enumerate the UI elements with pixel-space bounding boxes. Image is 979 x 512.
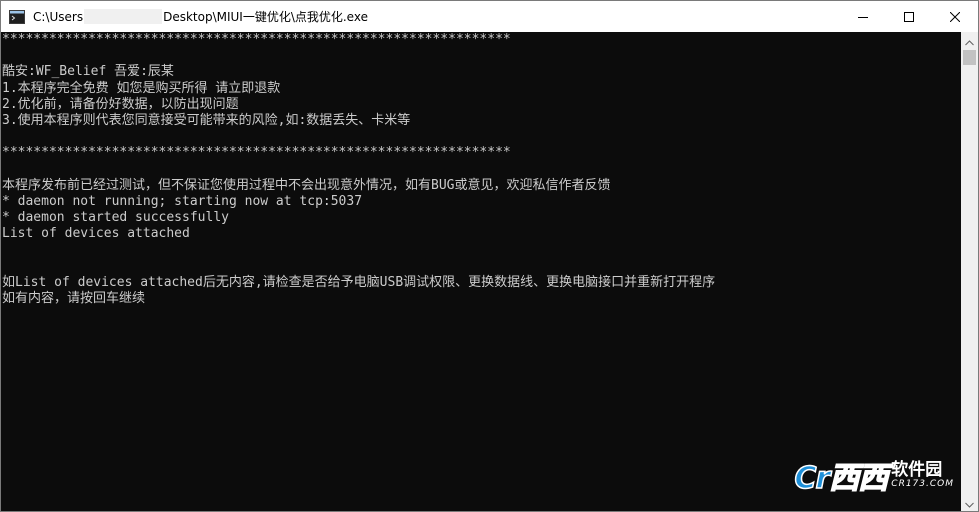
console-line: 1.本程序完全免费 如您是购买所得 请立即退款 — [2, 80, 281, 96]
console-line: * daemon started successfully — [2, 210, 229, 226]
watermark-logo: Cr西西 软件园 CR173.COM — [794, 453, 954, 497]
console-output[interactable]: ****************************************… — [1, 32, 961, 511]
console-line: List of devices attached — [2, 226, 190, 242]
window-controls — [840, 1, 978, 32]
console-line: 如List of devices attached后无内容,请检查是否给予电脑U… — [2, 274, 716, 290]
minimize-icon — [858, 7, 868, 26]
close-icon — [949, 7, 961, 26]
console-line: * daemon not running; starting now at tc… — [2, 193, 363, 209]
console-line: 酷安:WF_Belief 吾爱:辰某 — [2, 64, 174, 80]
watermark-brand: 软件园 — [891, 459, 943, 480]
watermark-text: 软件园 CR173.COM — [891, 461, 954, 490]
scroll-up-icon — [965, 31, 974, 50]
console-line: ****************************************… — [2, 145, 511, 161]
watermark-mark-xixi: 西西 — [829, 460, 890, 497]
watermark-url: CR173.COM — [891, 478, 954, 489]
window-title: C:\Users Desktop\MIUI一键优化\点我优化.exe — [33, 8, 368, 25]
scrollbar-thumb[interactable] — [963, 50, 976, 65]
console-window: C:\Users Desktop\MIUI一键优化\点我优化.exe *****… — [0, 0, 979, 512]
scroll-down-button[interactable] — [961, 494, 978, 511]
console-app-icon — [9, 9, 25, 25]
scroll-down-icon — [965, 493, 974, 511]
title-bar[interactable]: C:\Users Desktop\MIUI一键优化\点我优化.exe — [1, 1, 978, 32]
watermark-mark-cr: Cr — [794, 460, 831, 497]
console-line: ****************************************… — [2, 32, 511, 47]
console-line: 本程序发布前已经过测试，但不保证您使用过程中不会出现意外情况，如有BUG或意见，… — [2, 177, 611, 193]
vertical-scrollbar[interactable] — [961, 32, 978, 511]
watermark-mark: Cr西西 — [794, 453, 890, 497]
console-line: 如有内容，请按回车继续 — [2, 291, 146, 306]
close-button[interactable] — [932, 1, 978, 32]
maximize-icon — [904, 7, 914, 26]
title-path-suffix: Desktop\MIUI一键优化\点我优化.exe — [163, 10, 368, 24]
console-line: 2.优化前，请备份好数据，以防出现问题 — [2, 96, 239, 112]
maximize-button[interactable] — [886, 1, 932, 32]
scroll-up-button[interactable] — [961, 32, 978, 49]
minimize-button[interactable] — [840, 1, 886, 32]
console-line: 3.使用本程序则代表您同意接受可能带来的风险,如:数据丢失、卡米等 — [2, 112, 411, 128]
title-path-prefix: C:\Users — [33, 9, 84, 24]
redacted-username — [84, 9, 163, 24]
